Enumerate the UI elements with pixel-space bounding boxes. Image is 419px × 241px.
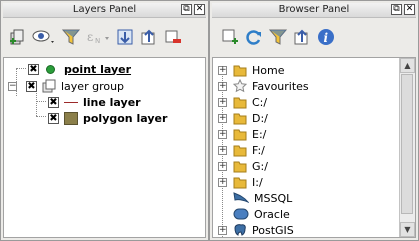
collapse-all-icon[interactable] xyxy=(139,27,159,47)
layer-group-item[interactable]: − ✖ layer group xyxy=(8,78,124,94)
info-icon[interactable]: i xyxy=(316,27,336,47)
collapse-toggle-icon[interactable]: − xyxy=(8,81,17,91)
folder-icon xyxy=(233,143,247,157)
folder-icon xyxy=(233,95,247,109)
browser-item-mssql[interactable]: MSSQL xyxy=(233,190,292,206)
layer-item-polygon[interactable]: ✖ polygon layer xyxy=(48,110,167,126)
browser-item-label: E:/ xyxy=(252,127,267,141)
float-button[interactable]: ⧉ xyxy=(181,4,192,15)
layer-checkbox[interactable]: ✖ xyxy=(48,112,59,124)
browser-item-label: C:/ xyxy=(252,95,268,109)
collapse-all-icon[interactable] xyxy=(292,27,312,47)
scroll-up-icon[interactable]: ▲ xyxy=(400,58,415,73)
layers-panel: Layers Panel ⧉ ✕ εN ✖ point layer − ✖ la… xyxy=(0,0,209,241)
expand-toggle-icon[interactable]: + xyxy=(218,129,227,139)
folder-icon xyxy=(233,127,247,141)
layer-group-icon xyxy=(42,79,56,93)
expand-toggle-icon[interactable]: + xyxy=(218,225,227,235)
expand-toggle-icon[interactable]: + xyxy=(218,177,227,187)
expand-toggle-icon[interactable]: + xyxy=(218,97,227,107)
add-selected-layers-icon[interactable] xyxy=(220,27,240,47)
line-symbol-icon xyxy=(64,101,78,103)
folder-icon xyxy=(233,159,247,173)
layer-item-point[interactable]: ✖ point layer xyxy=(28,61,131,77)
close-button[interactable]: ✕ xyxy=(404,4,415,15)
point-symbol-icon xyxy=(46,64,55,74)
browser-item-c[interactable]: + C:/ xyxy=(218,94,267,110)
browser-tree: + Home + Favourites + C:/ + D:/ + E:/ + … xyxy=(212,57,416,238)
star-icon xyxy=(232,78,248,93)
layer-label: point layer xyxy=(64,62,132,76)
polygon-symbol-icon xyxy=(64,111,78,125)
filter-icon[interactable] xyxy=(268,27,288,47)
browser-item-label: PostGIS xyxy=(252,223,294,237)
layer-item-line[interactable]: ✖ line layer xyxy=(48,94,141,110)
layer-checkbox[interactable]: ✖ xyxy=(48,96,59,108)
svg-text:N: N xyxy=(95,37,100,45)
layers-tree: ✖ point layer − ✖ layer group ✖ line lay… xyxy=(3,57,206,238)
browser-item-f[interactable]: + F:/ xyxy=(218,142,265,158)
close-button[interactable]: ✕ xyxy=(194,4,205,15)
layer-label: line layer xyxy=(83,95,141,109)
layer-label: layer group xyxy=(61,79,125,93)
svg-text:i: i xyxy=(324,31,329,45)
eye-visibility-icon[interactable] xyxy=(31,27,57,47)
expand-toggle-icon[interactable]: + xyxy=(218,113,227,123)
browser-item-label: G:/ xyxy=(252,159,268,173)
layers-panel-title: Layers Panel xyxy=(72,4,137,15)
scrollbar-thumb[interactable] xyxy=(401,74,413,214)
group-checkbox[interactable]: ✖ xyxy=(26,80,37,92)
oracle-icon xyxy=(233,207,249,221)
folder-icon xyxy=(233,63,247,77)
layer-checkbox[interactable]: ✖ xyxy=(28,63,39,75)
browser-panel: Browser Panel ⧉ ✕ i + Home + Favourites … xyxy=(209,0,419,241)
expand-toggle-icon[interactable]: + xyxy=(218,65,227,75)
expand-toggle-icon[interactable]: + xyxy=(218,145,227,155)
layer-label: polygon layer xyxy=(83,111,168,125)
layers-panel-titlebar: Layers Panel ⧉ ✕ xyxy=(3,3,206,18)
remove-layer-icon[interactable] xyxy=(163,27,183,47)
browser-toolbar: i xyxy=(220,23,414,51)
browser-panel-titlebar: Browser Panel ⧉ ✕ xyxy=(212,3,416,18)
add-group-icon[interactable] xyxy=(7,27,27,47)
folder-icon xyxy=(233,175,247,189)
browser-item-g[interactable]: + G:/ xyxy=(218,158,268,174)
svg-text:ε: ε xyxy=(87,30,93,44)
expand-toggle-icon[interactable]: + xyxy=(218,81,227,91)
expand-all-icon[interactable] xyxy=(115,27,135,47)
vertical-scrollbar[interactable]: ▲ ▼ xyxy=(399,58,415,237)
expand-toggle-icon[interactable]: + xyxy=(218,161,227,171)
browser-item-e[interactable]: + E:/ xyxy=(218,126,266,142)
browser-item-label: Home xyxy=(252,63,285,77)
folder-icon xyxy=(233,111,247,125)
refresh-icon[interactable] xyxy=(244,27,264,47)
browser-item-label: F:/ xyxy=(252,143,265,157)
float-button[interactable]: ⧉ xyxy=(391,4,402,15)
browser-item-label: Oracle xyxy=(254,207,290,221)
browser-item-label: I:/ xyxy=(252,175,263,189)
browser-item-label: Favourites xyxy=(252,79,309,93)
browser-item-postgis[interactable]: + PostGIS xyxy=(218,222,294,237)
browser-item-favourites[interactable]: + Favourites xyxy=(218,78,309,94)
browser-item-home[interactable]: + Home xyxy=(218,62,284,78)
postgis-icon xyxy=(233,223,247,237)
browser-item-label: D:/ xyxy=(252,111,268,125)
browser-item-d[interactable]: + D:/ xyxy=(218,110,268,126)
browser-item-i[interactable]: + I:/ xyxy=(218,174,263,190)
filter-expression-icon[interactable]: εN xyxy=(85,27,111,47)
browser-item-label: MSSQL xyxy=(254,191,293,205)
mssql-icon xyxy=(233,191,250,205)
filter-icon[interactable] xyxy=(61,27,81,47)
scroll-down-icon[interactable]: ▼ xyxy=(400,222,415,237)
layers-toolbar: εN xyxy=(7,23,204,51)
browser-panel-title: Browser Panel xyxy=(278,4,350,15)
browser-item-oracle[interactable]: Oracle xyxy=(233,206,290,222)
